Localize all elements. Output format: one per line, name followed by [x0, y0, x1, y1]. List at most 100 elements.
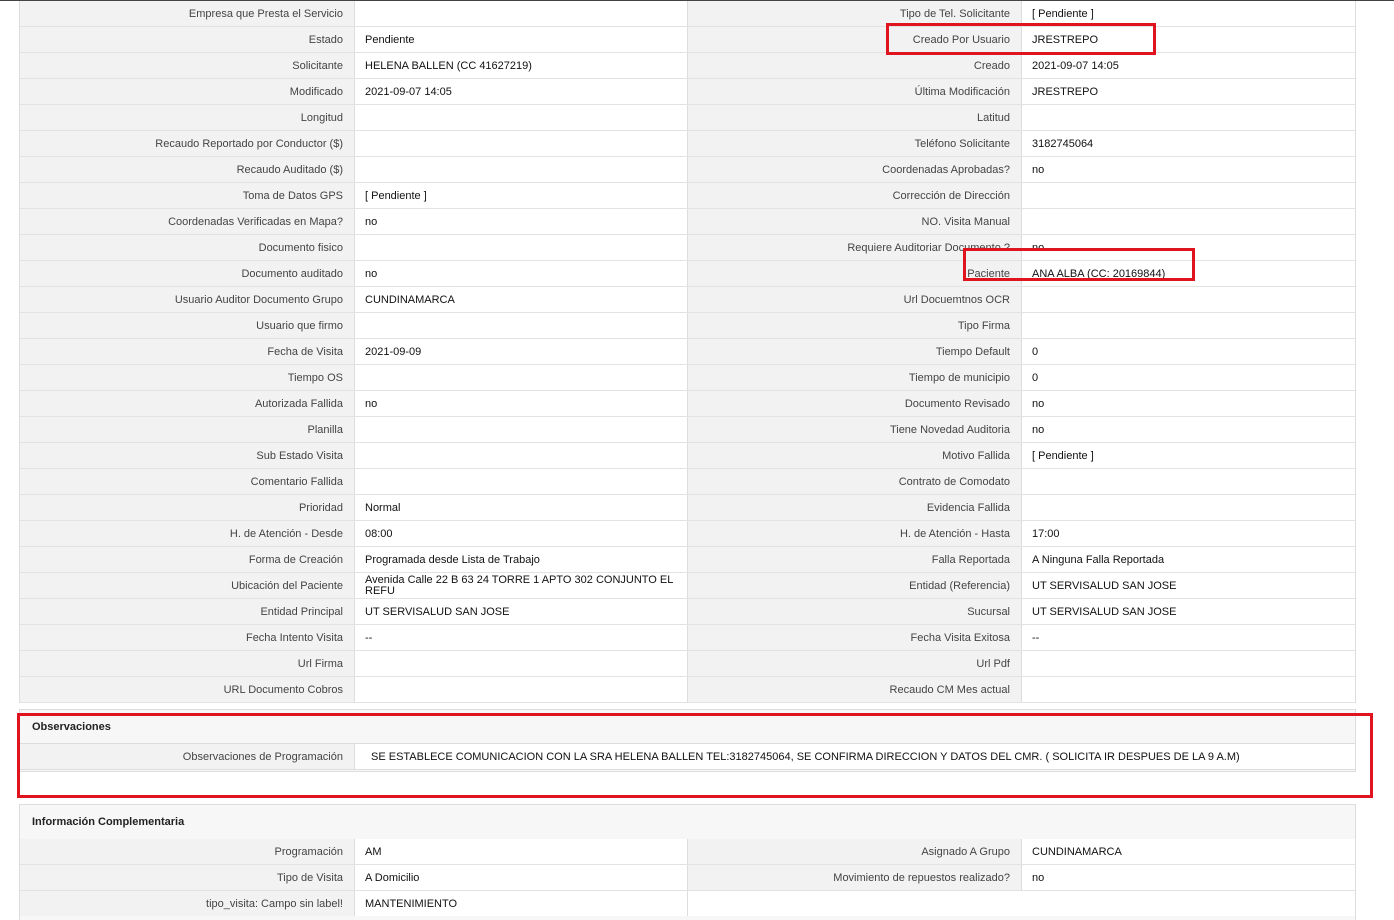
table-row: Fecha Intento Visita -- Fecha Visita Exit…	[20, 625, 1355, 651]
field-label: tipo_visita: Campo sin label!	[20, 891, 354, 916]
field-label: Documento Revisado	[688, 391, 1021, 416]
field-value: no	[354, 261, 688, 286]
table-row: URL Documento Cobros Recaudo CM Mes actua…	[20, 677, 1355, 703]
field-label: Usuario que firmo	[20, 313, 354, 338]
table-row: Prioridad Normal Evidencia Fallida	[20, 495, 1355, 521]
observaciones-section: Observaciones Observaciones de Programac…	[19, 709, 1356, 772]
field-value: no	[1021, 417, 1355, 442]
field-label: Documento auditado	[20, 261, 354, 286]
field-value: Normal	[354, 495, 688, 520]
field-label: Asignado A Grupo	[688, 839, 1021, 864]
field-label: Url Pdf	[688, 651, 1021, 676]
field-value: ANA ALBA (CC: 20169844)	[1021, 261, 1355, 286]
field-value	[354, 443, 688, 468]
field-value	[1021, 495, 1355, 520]
field-label: Recaudo Reportado por Conductor ($)	[20, 131, 354, 156]
table-row: tipo_visita: Campo sin label! MANTENIMIEN…	[20, 891, 1355, 916]
field-value: 17:00	[1021, 521, 1355, 546]
field-value: HELENA BALLEN (CC 41627219)	[354, 53, 688, 78]
table-row: Fecha de Visita 2021-09-09 Tiempo Default…	[20, 339, 1355, 365]
field-label: Usuario Auditor Documento Grupo	[20, 287, 354, 312]
field-value: Pendiente	[354, 27, 688, 52]
field-label: Solicitante	[20, 53, 354, 78]
field-value: CUNDINAMARCA	[1021, 839, 1355, 864]
details-grid: Empresa que Presta el Servicio Tipo de Te…	[19, 1, 1356, 703]
field-label: Tiempo de municipio	[688, 365, 1021, 390]
field-label: Evidencia Fallida	[688, 495, 1021, 520]
field-label: H. de Atención - Desde	[20, 521, 354, 546]
field-label: Fecha Intento Visita	[20, 625, 354, 650]
field-value	[1021, 313, 1355, 338]
field-label: Ubicación del Paciente	[20, 573, 354, 598]
field-value: UT SERVISALUD SAN JOSE	[1021, 573, 1355, 598]
field-label: Empresa que Presta el Servicio	[20, 1, 354, 26]
field-value	[1021, 105, 1355, 130]
field-label: Autorizada Fallida	[20, 391, 354, 416]
field-value: [ Pendiente ]	[1021, 1, 1355, 26]
field-label: Planilla	[20, 417, 354, 442]
section-title: Información Complementaria	[32, 816, 185, 828]
field-label: Entidad (Referencia)	[688, 573, 1021, 598]
field-value: no	[354, 209, 688, 234]
table-row: Modificado 2021-09-07 14:05 Última Modific…	[20, 79, 1355, 105]
field-value: Programada desde Lista de Trabajo	[354, 547, 688, 572]
table-row: Documento auditado no Paciente ANA ALBA (C…	[20, 261, 1355, 287]
field-label: Coordenadas Aprobadas?	[688, 157, 1021, 182]
table-row: Usuario Auditor Documento Grupo CUNDINAMA…	[20, 287, 1355, 313]
field-value: no	[1021, 391, 1355, 416]
table-row: Documento fisico Requiere Auditoriar Docu…	[20, 235, 1355, 261]
table-row: Coordenadas Verificadas en Mapa? no NO. V…	[20, 209, 1355, 235]
field-value	[354, 157, 688, 182]
field-label	[688, 891, 1021, 916]
table-row: Usuario que firmo Tipo Firma	[20, 313, 1355, 339]
field-label: Recaudo CM Mes actual	[688, 677, 1021, 702]
field-value: --	[354, 625, 688, 650]
field-value: [ Pendiente ]	[1021, 443, 1355, 468]
table-row: Toma de Datos GPS[ Pendiente ] Corrección…	[20, 183, 1355, 209]
field-value: A Domicilio	[354, 865, 688, 890]
field-label: Comentario Fallida	[20, 469, 354, 494]
field-label: Paciente	[688, 261, 1021, 286]
field-value	[354, 235, 688, 260]
field-label: Estado	[20, 27, 354, 52]
field-value: MANTENIMIENTO	[354, 891, 688, 916]
field-label: Url Firma	[20, 651, 354, 676]
table-row: Autorizada Fallida no Documento Revisado …	[20, 391, 1355, 417]
field-label: Tipo de Tel. Solicitante	[688, 1, 1021, 26]
field-label: Modificado	[20, 79, 354, 104]
field-label: Prioridad	[20, 495, 354, 520]
field-value: 0	[1021, 365, 1355, 390]
field-value: JRESTREPO	[1021, 27, 1355, 52]
field-label: Observaciones de Programación	[20, 744, 354, 769]
field-label: URL Documento Cobros	[20, 677, 354, 702]
field-label: Creado Por Usuario	[688, 27, 1021, 52]
section-title: Observaciones	[32, 720, 111, 733]
field-value: 2021-09-07 14:05	[354, 79, 688, 104]
field-value	[354, 417, 688, 442]
table-row: Tipo de Visita A Domicilio Movimiento de r…	[20, 865, 1355, 891]
field-value: 2021-09-09	[354, 339, 688, 364]
field-value	[1021, 651, 1355, 676]
field-value	[1021, 891, 1355, 916]
table-row: Comentario Fallida Contrato de Comodato	[20, 469, 1355, 495]
field-value	[354, 677, 688, 702]
table-row: Empresa que Presta el Servicio Tipo de Te…	[20, 1, 1355, 27]
table-row: Sub Estado Visita Motivo Fallida[ Pendien…	[20, 443, 1355, 469]
field-value	[1021, 677, 1355, 702]
field-value: no	[1021, 235, 1355, 260]
field-label: Teléfono Solicitante	[688, 131, 1021, 156]
field-value: UT SERVISALUD SAN JOSE	[354, 599, 688, 624]
field-label: Toma de Datos GPS	[20, 183, 354, 208]
field-label: Tipo de Visita	[20, 865, 354, 890]
table-row: Longitud Latitud	[20, 105, 1355, 131]
field-value: no	[354, 391, 688, 416]
table-row: Recaudo Reportado por Conductor ($) Teléf…	[20, 131, 1355, 157]
field-value: 08:00	[354, 521, 688, 546]
field-label: Recaudo Auditado ($)	[20, 157, 354, 182]
observaciones-row: Observaciones de Programación SE ESTABLE…	[20, 743, 1355, 770]
field-value: UT SERVISALUD SAN JOSE	[1021, 599, 1355, 624]
field-value	[354, 131, 688, 156]
field-value	[354, 105, 688, 130]
table-row: H. de Atención - Desde 08:00 H. de Atenció…	[20, 521, 1355, 547]
field-value: 3182745064	[1021, 131, 1355, 156]
